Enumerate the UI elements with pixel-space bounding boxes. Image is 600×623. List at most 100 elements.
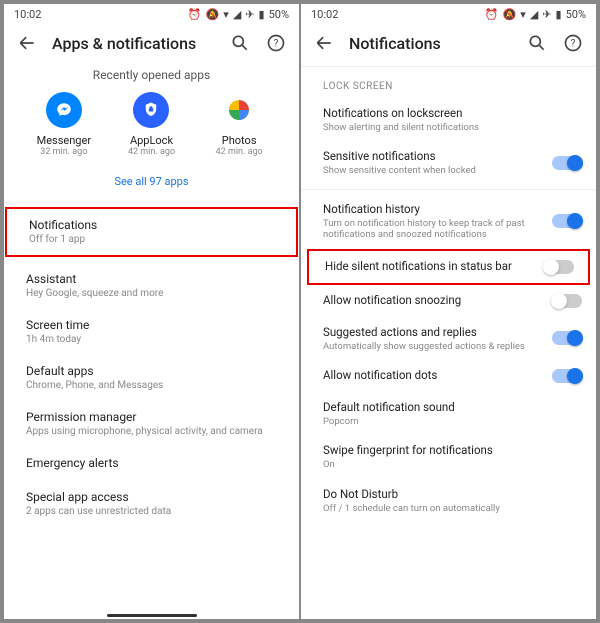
toggle-dots[interactable]	[552, 369, 582, 383]
app-tile-applock[interactable]: AppLock 42 min. ago	[111, 92, 191, 157]
toggle-snoozing[interactable]	[552, 294, 582, 308]
status-time: 10:02	[311, 8, 338, 21]
mute-icon: 🔕	[206, 8, 220, 21]
row-default-sound[interactable]: Default notification sound Popcorn	[301, 392, 596, 435]
help-button[interactable]: ?	[562, 32, 584, 54]
row-permission-manager[interactable]: Permission manager Apps using microphone…	[4, 401, 299, 447]
gesture-bar[interactable]	[107, 614, 197, 617]
row-sub: Apps using microphone, physical activity…	[26, 426, 277, 438]
phone-right: 10:02 ⏰ 🔕 ▾ ◢ ✈ ▮ 50% Notifications ?	[301, 4, 596, 619]
row-allow-snoozing[interactable]: Allow notification snoozing	[301, 285, 596, 317]
row-sub: Show alerting and silent notifications	[323, 122, 574, 133]
back-button[interactable]	[313, 32, 335, 54]
help-button[interactable]: ?	[265, 32, 287, 54]
row-notifications-lockscreen[interactable]: Notifications on lockscreen Show alertin…	[301, 98, 596, 141]
divider	[301, 189, 596, 190]
row-do-not-disturb[interactable]: Do Not Disturb Off / 1 schedule can turn…	[301, 479, 596, 522]
row-notification-history[interactable]: Notification history Turn on notificatio…	[301, 194, 596, 249]
battery-text: 50%	[566, 8, 586, 21]
battery-icon: ▮	[259, 8, 265, 21]
row-label: Emergency alerts	[26, 456, 277, 470]
row-sub: Show sensitive content when locked	[323, 165, 544, 176]
wifi-icon: ▾	[520, 8, 526, 21]
alarm-icon: ⏰	[188, 8, 202, 21]
row-sub: Turn on notification history to keep tra…	[323, 218, 544, 241]
applock-icon	[133, 92, 169, 128]
see-all-apps-link[interactable]: See all 97 apps	[4, 165, 299, 198]
signal-icon: ◢	[233, 8, 241, 21]
row-notifications[interactable]: Notifications Off for 1 app	[7, 209, 296, 255]
app-sub: 42 min. ago	[128, 147, 175, 157]
row-assistant[interactable]: Assistant Hey Google, squeeze and more	[4, 263, 299, 309]
page-title: Notifications	[349, 34, 512, 53]
app-name: Photos	[222, 134, 257, 147]
photos-icon	[221, 92, 257, 128]
row-label: Allow notification dots	[323, 368, 544, 382]
search-icon	[230, 33, 250, 53]
toggle-sensitive[interactable]	[552, 156, 582, 170]
row-label: Notifications on lockscreen	[323, 106, 574, 120]
row-label: Hide silent notifications in status bar	[325, 259, 536, 273]
app-bar: Notifications ?	[301, 24, 596, 62]
row-special-app-access[interactable]: Special app access 2 apps can use unrest…	[4, 481, 299, 527]
app-sub: 32 min. ago	[40, 147, 87, 157]
row-suggested-actions[interactable]: Suggested actions and replies Automatica…	[301, 317, 596, 360]
highlight-hide-silent: Hide silent notifications in status bar	[307, 249, 590, 285]
toggle-hide-silent[interactable]	[544, 260, 574, 274]
row-sub: Off for 1 app	[29, 234, 274, 246]
row-label: Special app access	[26, 490, 277, 504]
row-emergency-alerts[interactable]: Emergency alerts	[4, 447, 299, 481]
back-arrow-icon	[17, 33, 37, 53]
help-icon: ?	[563, 33, 583, 53]
app-bar: Apps & notifications ?	[4, 24, 299, 62]
divider	[4, 202, 299, 203]
search-icon	[527, 33, 547, 53]
row-sub: 2 apps can use unrestricted data	[26, 506, 277, 518]
search-button[interactable]	[229, 32, 251, 54]
row-label: Sensitive notifications	[323, 149, 544, 163]
back-arrow-icon	[314, 33, 334, 53]
toggle-suggested[interactable]	[552, 331, 582, 345]
search-button[interactable]	[526, 32, 548, 54]
row-label: Default apps	[26, 364, 277, 378]
app-name: Messenger	[37, 134, 91, 147]
battery-icon: ▮	[556, 8, 562, 21]
mute-icon: 🔕	[503, 8, 517, 21]
row-label: Suggested actions and replies	[323, 325, 544, 339]
app-sub: 42 min. ago	[216, 147, 263, 157]
highlight-notifications: Notifications Off for 1 app	[5, 207, 298, 257]
app-tile-messenger[interactable]: Messenger 32 min. ago	[24, 92, 104, 157]
row-sub: Automatically show suggested actions & r…	[323, 341, 544, 352]
app-name: AppLock	[130, 134, 173, 147]
status-bar: 10:02 ⏰ 🔕 ▾ ◢ ✈ ▮ 50%	[4, 4, 299, 24]
app-tile-photos[interactable]: Photos 42 min. ago	[199, 92, 279, 157]
row-label: Do Not Disturb	[323, 487, 574, 501]
airplane-icon: ✈	[245, 8, 254, 21]
status-icons: ⏰ 🔕 ▾ ◢ ✈ ▮ 50%	[188, 8, 289, 21]
recent-apps-row: Messenger 32 min. ago AppLock 42 min. ag…	[4, 92, 299, 165]
content-left: Recently opened apps Messenger 32 min. a…	[4, 62, 299, 610]
row-notification-dots[interactable]: Allow notification dots	[301, 360, 596, 392]
back-button[interactable]	[16, 32, 38, 54]
row-sub: Hey Google, squeeze and more	[26, 288, 277, 300]
wifi-icon: ▾	[223, 8, 229, 21]
row-swipe-fingerprint[interactable]: Swipe fingerprint for notifications On	[301, 435, 596, 478]
row-sub: On	[323, 459, 574, 470]
toggle-history[interactable]	[552, 214, 582, 228]
row-sensitive-notifications[interactable]: Sensitive notifications Show sensitive c…	[301, 141, 596, 184]
row-default-apps[interactable]: Default apps Chrome, Phone, and Messages	[4, 355, 299, 401]
svg-text:?: ?	[571, 38, 576, 49]
row-label: Swipe fingerprint for notifications	[323, 443, 574, 457]
section-lock-screen: LOCK SCREEN	[301, 71, 596, 98]
row-sub: Popcorn	[323, 416, 574, 427]
divider	[301, 66, 596, 67]
airplane-icon: ✈	[542, 8, 551, 21]
row-sub: Off / 1 schedule can turn on automatical…	[323, 503, 574, 514]
page-title: Apps & notifications	[52, 34, 215, 53]
row-label: Default notification sound	[323, 400, 574, 414]
content-right: LOCK SCREEN Notifications on lockscreen …	[301, 71, 596, 619]
battery-text: 50%	[269, 8, 289, 21]
row-hide-silent[interactable]: Hide silent notifications in status bar	[309, 251, 588, 283]
row-sub: Chrome, Phone, and Messages	[26, 380, 277, 392]
row-screen-time[interactable]: Screen time 1h 4m today	[4, 309, 299, 355]
